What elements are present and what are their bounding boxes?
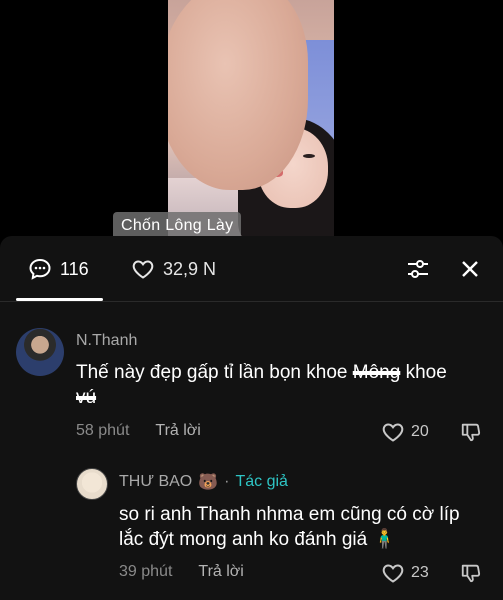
thumbs-down-icon[interactable] xyxy=(460,421,482,443)
heart-icon xyxy=(132,260,154,279)
comments-tabbar: 116 32,9 N xyxy=(0,236,503,302)
video-area[interactable]: Chốn Lông Lày xyxy=(0,0,503,240)
comment-meta: 39 phút Trả lời xyxy=(119,563,244,581)
sliders-icon xyxy=(408,260,428,278)
bear-emoji-icon: 🐻 xyxy=(198,474,219,491)
avatar[interactable] xyxy=(16,328,64,376)
comment-meta: 58 phút Trả lời xyxy=(76,422,201,440)
video-thumbnail[interactable] xyxy=(168,0,334,240)
comment-text: so ri anh Thanh nhma em cũng có cờ líp l… xyxy=(119,504,460,550)
comment-time: 58 phút xyxy=(76,422,130,439)
thumbs-down-icon[interactable] xyxy=(460,562,482,584)
comment-text: Thế này đẹp gấp tỉ lần bọn khoe Mông kho… xyxy=(76,360,466,410)
tab-likes[interactable]: 32,9 N xyxy=(131,236,216,302)
comment-username-row: THƯ BAO 🐻 · Tác giả xyxy=(119,472,288,492)
heart-icon xyxy=(382,564,404,583)
like-button[interactable]: 23 xyxy=(381,561,429,585)
comment-username[interactable]: THƯ BAO xyxy=(119,473,192,491)
comment-text-struck: vú xyxy=(76,387,97,408)
avatar[interactable] xyxy=(76,468,108,500)
filter-button[interactable] xyxy=(404,255,432,283)
video-subject-eye xyxy=(303,154,315,158)
comment-time: 39 phút xyxy=(119,563,173,580)
separator-dot: · xyxy=(224,473,230,490)
comment-text-part: khoe xyxy=(400,362,447,383)
comments-panel: 116 32,9 N N.Thanh Thế này đẹp gấp tỉ lầ… xyxy=(0,236,503,600)
reply-button[interactable]: Trả lời xyxy=(198,563,243,581)
tab-comments[interactable]: 116 xyxy=(28,236,89,302)
video-subject-hand xyxy=(168,0,308,190)
comment-bubble-icon xyxy=(29,258,51,280)
heart-icon xyxy=(382,423,404,442)
likes-count: 32,9 N xyxy=(163,258,217,279)
comment-username[interactable]: N.Thanh xyxy=(76,332,137,350)
comment-text-part: Thế này đẹp gấp tỉ lần bọn khoe xyxy=(76,362,353,383)
close-icon xyxy=(462,261,478,277)
like-count: 20 xyxy=(411,423,429,440)
comment-text-struck: Mông xyxy=(352,362,401,383)
comments-count: 116 xyxy=(60,258,89,279)
reply-button[interactable]: Trả lời xyxy=(155,422,200,440)
like-button[interactable]: 20 xyxy=(381,420,429,444)
close-button[interactable] xyxy=(456,255,484,283)
like-count: 23 xyxy=(411,564,429,581)
active-tab-indicator xyxy=(16,298,103,301)
author-badge: Tác giả xyxy=(235,473,288,490)
